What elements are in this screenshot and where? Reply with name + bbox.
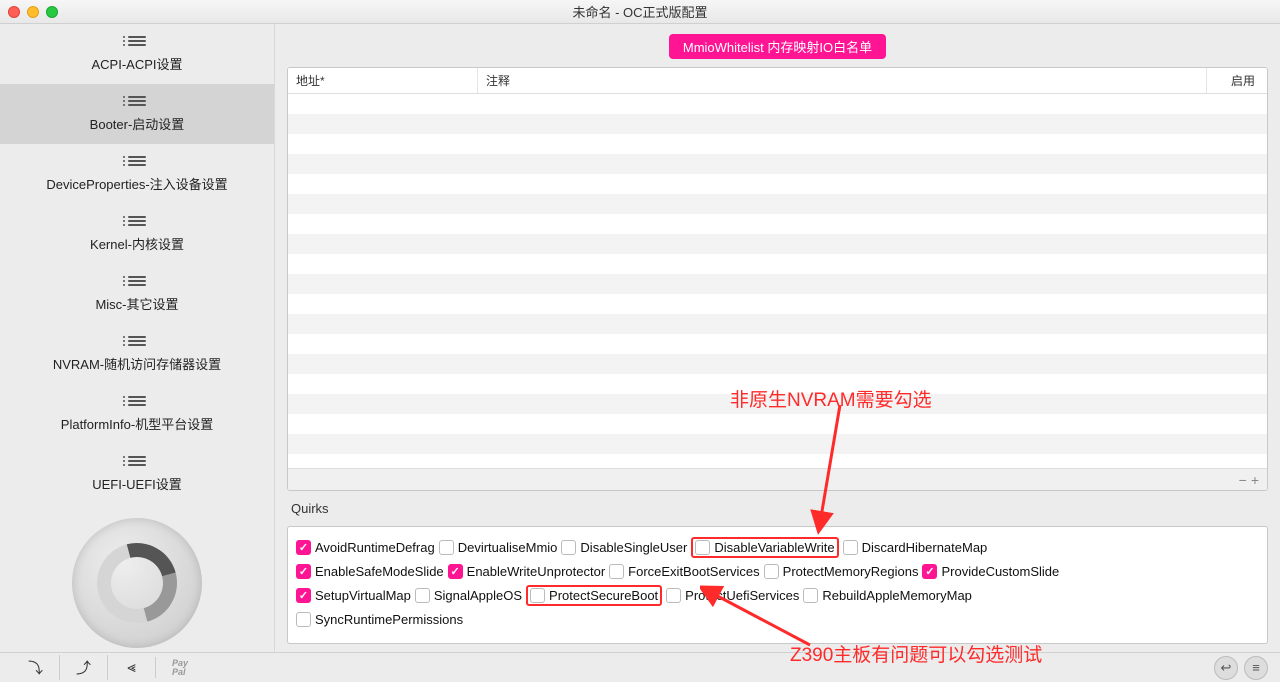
checkbox-icon (296, 612, 311, 627)
sidebar-item-deviceproperties[interactable]: DeviceProperties-注入设备设置 (0, 144, 274, 204)
sidebar-item-misc[interactable]: Misc-其它设置 (0, 264, 274, 324)
list-icon (128, 456, 146, 470)
checkbox-icon (609, 564, 624, 579)
quirk-syncruntimepermissions[interactable]: SyncRuntimePermissions (296, 612, 463, 627)
quirk-forceexitbootservices[interactable]: ForceExitBootServices (609, 564, 760, 579)
zoom-window-button[interactable] (46, 6, 58, 18)
content-pane: MmioWhitelist 内存映射IO白名单 地址* 注释 启用 − + Qu… (275, 24, 1280, 652)
checkbox-icon (666, 588, 681, 603)
traffic-lights (8, 6, 58, 18)
sidebar-item-uefi[interactable]: UEFI-UEFI设置 (0, 444, 274, 504)
import-button[interactable]: ⤵ (12, 655, 60, 680)
checkbox-icon (415, 588, 430, 603)
quirk-protectsecureboot[interactable]: ProtectSecureBoot (526, 585, 662, 606)
quirk-avoidruntimedefrag[interactable]: AvoidRuntimeDefrag (296, 540, 435, 555)
quirk-protectuefiservices[interactable]: ProtectUefiServices (666, 588, 799, 603)
quirk-providecustomslide[interactable]: ProvideCustomSlide (922, 564, 1059, 579)
checkbox-icon (439, 540, 454, 555)
undo-button[interactable]: ↩ (1214, 656, 1238, 680)
progress-dial (72, 518, 202, 648)
quirks-box: AvoidRuntimeDefrag DevirtualiseMmio Disa… (287, 526, 1268, 644)
remove-row-button[interactable]: − (1239, 472, 1247, 488)
checkbox-icon (843, 540, 858, 555)
quirk-disablesingleuser[interactable]: DisableSingleUser (561, 540, 687, 555)
sidebar-item-kernel[interactable]: Kernel-内核设置 (0, 204, 274, 264)
checkbox-icon (695, 540, 710, 555)
checkbox-icon (448, 564, 463, 579)
checkbox-icon (764, 564, 779, 579)
checkbox-icon (296, 540, 311, 555)
bottom-toolbar: ⤵ ⤴ ⪡ Pay Pal ↩ ≡ (0, 652, 1280, 682)
list-icon (128, 96, 146, 110)
share-button[interactable]: ⪡ (108, 657, 156, 678)
quirks-label: Quirks (287, 499, 1268, 518)
checkbox-icon (296, 588, 311, 603)
list-icon (128, 396, 146, 410)
checkbox-icon (561, 540, 576, 555)
quirk-setupvirtualmap[interactable]: SetupVirtualMap (296, 588, 411, 603)
mmio-table: 地址* 注释 启用 − + (287, 67, 1268, 491)
col-enabled[interactable]: 启用 (1207, 68, 1267, 93)
sidebar-item-platforminfo[interactable]: PlatformInfo-机型平台设置 (0, 384, 274, 444)
main-area: ACPI-ACPI设置 Booter-启动设置 DeviceProperties… (0, 24, 1280, 652)
paypal-button[interactable]: Pay Pal (156, 657, 204, 679)
sidebar-item-nvram[interactable]: NVRAM-随机访问存储器设置 (0, 324, 274, 384)
quirk-devirtualisemmio[interactable]: DevirtualiseMmio (439, 540, 558, 555)
col-comment[interactable]: 注释 (478, 68, 1207, 93)
quirk-enablewriteunprotector[interactable]: EnableWriteUnprotector (448, 564, 606, 579)
sidebar-item-booter[interactable]: Booter-启动设置 (0, 84, 274, 144)
table-body[interactable] (288, 94, 1267, 468)
export-button[interactable]: ⤴ (60, 655, 108, 680)
window-title: 未命名 - OC正式版配置 (572, 2, 707, 21)
close-window-button[interactable] (8, 6, 20, 18)
table-footer: − + (288, 468, 1267, 490)
checkbox-icon (296, 564, 311, 579)
checkbox-icon (803, 588, 818, 603)
quirk-protectmemoryregions[interactable]: ProtectMemoryRegions (764, 564, 919, 579)
titlebar: 未命名 - OC正式版配置 (0, 0, 1280, 24)
list-icon (128, 156, 146, 170)
list-icon (128, 216, 146, 230)
section-badge: MmioWhitelist 内存映射IO白名单 (669, 34, 886, 59)
quirk-disablevariablewrite[interactable]: DisableVariableWrite (691, 537, 838, 558)
sidebar-item-acpi[interactable]: ACPI-ACPI设置 (0, 24, 274, 84)
list-icon (128, 336, 146, 350)
quirk-signalappleos[interactable]: SignalAppleOS (415, 588, 522, 603)
col-address[interactable]: 地址* (288, 68, 478, 93)
list-icon (128, 36, 146, 50)
minimize-window-button[interactable] (27, 6, 39, 18)
list-icon (128, 276, 146, 290)
quirk-discardhibernatemap[interactable]: DiscardHibernateMap (843, 540, 988, 555)
sidebar: ACPI-ACPI设置 Booter-启动设置 DeviceProperties… (0, 24, 275, 652)
menu-button[interactable]: ≡ (1244, 656, 1268, 680)
table-header: 地址* 注释 启用 (288, 68, 1267, 94)
checkbox-icon (530, 588, 545, 603)
quirk-rebuildapplememorymap[interactable]: RebuildAppleMemoryMap (803, 588, 972, 603)
add-row-button[interactable]: + (1251, 472, 1259, 488)
quirk-enablesafemodeslide[interactable]: EnableSafeModeSlide (296, 564, 444, 579)
checkbox-icon (922, 564, 937, 579)
